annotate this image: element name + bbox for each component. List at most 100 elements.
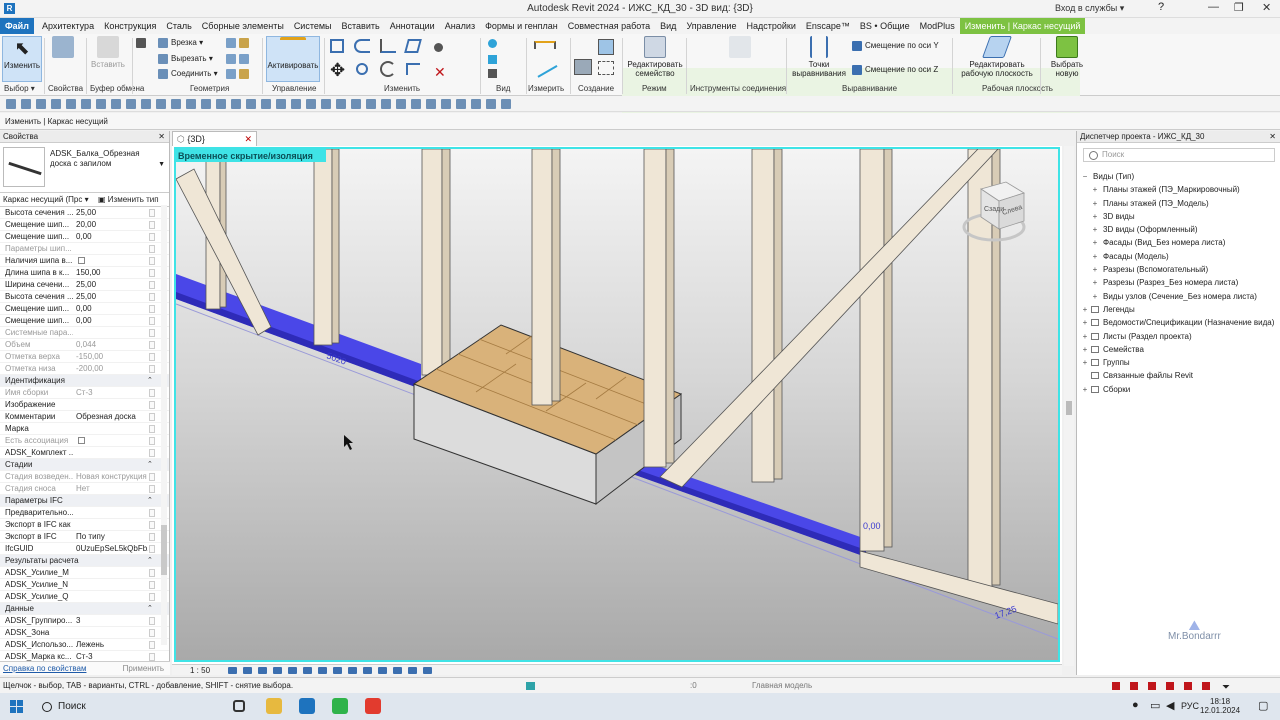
help-icon[interactable]: ?: [1158, 1, 1164, 13]
expand-icon[interactable]: +: [1081, 383, 1089, 396]
chevron-down-icon[interactable]: ▼: [158, 161, 165, 168]
mic-icon[interactable]: ●: [1132, 699, 1139, 711]
activate-button[interactable]: Активировать: [266, 36, 320, 82]
associate-param-button[interactable]: [149, 449, 155, 457]
associate-param-button[interactable]: [149, 545, 155, 553]
cut-tool[interactable]: [136, 38, 149, 48]
property-row[interactable]: Предварительно...: [0, 507, 169, 519]
red-app-icon[interactable]: [365, 698, 381, 714]
select-pinned-icon[interactable]: [1166, 682, 1174, 690]
view-control-icon[interactable]: [318, 667, 327, 674]
property-row[interactable]: Имя сборки Ст-3: [0, 387, 169, 399]
join-tool[interactable]: Соединить ▾: [158, 69, 218, 79]
property-value[interactable]: 0,00: [76, 231, 148, 243]
associate-param-button[interactable]: [149, 317, 155, 325]
property-row[interactable]: Высота сечения ... 25,00: [0, 207, 169, 219]
edit-workplane-button[interactable]: Редактировать рабочую плоскость: [958, 36, 1036, 78]
offset-icon[interactable]: [354, 39, 370, 53]
view-control-icon[interactable]: [378, 667, 387, 674]
select-underlay-icon[interactable]: [1148, 682, 1156, 690]
3d-model-canvas[interactable]: 5020 0,00 17,25 Сзади Слева Временное ск…: [176, 149, 1058, 660]
associate-param-button[interactable]: [149, 233, 155, 241]
revit-taskbar-icon[interactable]: [299, 698, 315, 714]
expand-icon[interactable]: +: [1091, 223, 1099, 236]
browser-node[interactable]: + Легенды: [1081, 303, 1279, 316]
quick-access-icon[interactable]: [141, 99, 151, 109]
sign-in-button[interactable]: Вход в службы ▾: [1055, 3, 1124, 14]
view-control-icon[interactable]: [228, 667, 237, 674]
associate-param-button[interactable]: [149, 353, 155, 361]
associate-param-button[interactable]: [149, 209, 155, 217]
browser-node[interactable]: + Разрезы (Разрез_Без номера листа): [1081, 276, 1279, 289]
property-value[interactable]: Лежень: [76, 639, 148, 651]
expand-icon[interactable]: +: [1091, 276, 1099, 289]
stud[interactable]: [421, 149, 443, 376]
stud-center[interactable]: [531, 149, 553, 406]
quick-access-icon[interactable]: [126, 99, 136, 109]
property-value[interactable]: По типу: [76, 531, 148, 543]
ribbon-tab[interactable]: Конструкция: [99, 18, 161, 34]
property-value[interactable]: 0,00: [76, 315, 148, 327]
copy-icon[interactable]: [356, 63, 368, 75]
green-app-icon[interactable]: [332, 698, 348, 714]
associate-param-button[interactable]: [149, 365, 155, 373]
windows-start-icon[interactable]: [10, 700, 23, 713]
view-control-icon[interactable]: [423, 667, 432, 674]
associate-param-button[interactable]: [149, 269, 155, 277]
quick-access-icon[interactable]: [306, 99, 316, 109]
modify-button[interactable]: ⬉ Изменить: [2, 36, 42, 82]
property-value[interactable]: 20,00: [76, 219, 148, 231]
drag-select-icon[interactable]: [1202, 682, 1210, 690]
property-row[interactable]: Смещение шип... 0,00: [0, 231, 169, 243]
stud-right[interactable]: [751, 149, 775, 483]
expand-icon[interactable]: +: [1091, 263, 1099, 276]
property-row[interactable]: Наличия шипа в...: [0, 255, 169, 267]
paint-icon[interactable]: [488, 69, 497, 78]
view-control-icon[interactable]: [243, 667, 252, 674]
associate-param-button[interactable]: [149, 341, 155, 349]
paste-button[interactable]: Вставить: [90, 36, 126, 69]
property-value[interactable]: 3: [76, 615, 148, 627]
ribbon-group-label[interactable]: Выбор ▾: [4, 84, 35, 93]
quick-access-icon[interactable]: [21, 99, 31, 109]
expand-icon[interactable]: +: [1091, 210, 1099, 223]
expand-icon[interactable]: +: [1091, 290, 1099, 303]
collapse-icon[interactable]: ⌃: [147, 603, 153, 615]
quick-access-icon[interactable]: [111, 99, 121, 109]
view-tab-3d[interactable]: ⬡ {3D} ✕: [172, 131, 257, 146]
hide-icon[interactable]: [488, 39, 497, 48]
quick-access-icon[interactable]: [201, 99, 211, 109]
associate-param-button[interactable]: [149, 509, 155, 517]
assembly-icon[interactable]: [574, 59, 592, 75]
pick-new-button[interactable]: Выбрать новую: [1046, 36, 1088, 78]
taskbar-search[interactable]: Поиск: [38, 699, 173, 715]
filter-icon[interactable]: [1112, 682, 1120, 690]
override-icon[interactable]: [488, 55, 497, 64]
property-row[interactable]: Смещение шип... 20,00: [0, 219, 169, 231]
associate-param-button[interactable]: [149, 305, 155, 313]
browser-node[interactable]: + Семейства: [1081, 343, 1279, 356]
cut-geometry-tool[interactable]: Врезка ▾: [158, 38, 203, 48]
offset-y-tool[interactable]: Смещение по оси Y: [852, 41, 939, 51]
associate-param-button[interactable]: [149, 533, 155, 541]
trim-icon[interactable]: [406, 63, 420, 75]
collapse-icon[interactable]: ⌃: [147, 495, 153, 507]
browser-node[interactable]: +3D виды: [1081, 210, 1279, 223]
ribbon-tab[interactable]: Аннотации: [385, 18, 440, 34]
expand-icon[interactable]: +: [1081, 356, 1089, 369]
quick-access-icon[interactable]: [171, 99, 181, 109]
mirror-icon[interactable]: [380, 39, 396, 53]
ribbon-tab[interactable]: Файл: [0, 18, 34, 34]
property-row[interactable]: Длина шипа в к... 150,00: [0, 267, 169, 279]
browser-node[interactable]: + Разрезы (Вспомогательный): [1081, 263, 1279, 276]
vscroll-thumb[interactable]: [1066, 401, 1072, 415]
quick-access-icon[interactable]: [336, 99, 346, 109]
property-row[interactable]: Объем 0,044: [0, 339, 169, 351]
property-value[interactable]: 150,00: [76, 267, 148, 279]
geometry-small-tools-3[interactable]: [226, 69, 252, 79]
ribbon-tab[interactable]: Совместная работа: [563, 18, 655, 34]
filter-label[interactable]: Каркас несущий (Прс ▾: [3, 195, 89, 204]
group-icon[interactable]: [598, 61, 614, 75]
quick-access-icon[interactable]: [186, 99, 196, 109]
browser-node[interactable]: + Планы этажей (ПЭ_Модель): [1081, 197, 1279, 210]
